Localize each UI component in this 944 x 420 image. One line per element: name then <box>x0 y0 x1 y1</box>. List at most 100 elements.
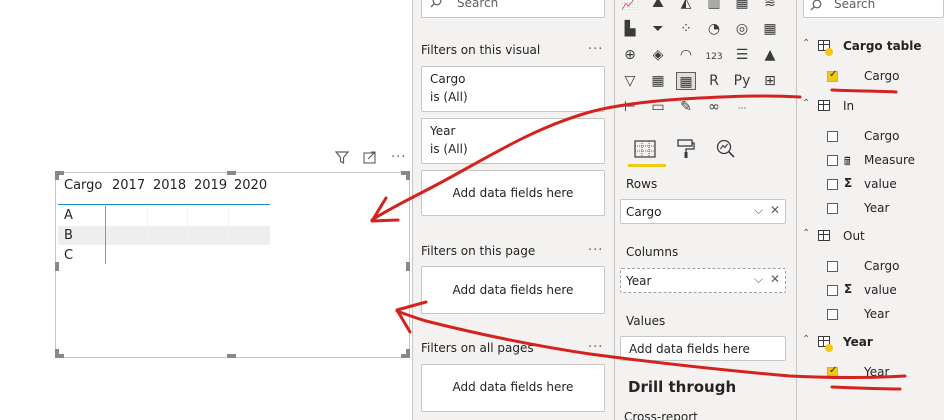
filter-icon[interactable] <box>334 151 350 168</box>
filled-map-icon-glyph: ◈ <box>652 47 664 63</box>
field-name[interactable]: Cargo <box>864 69 899 83</box>
matrix-column-separator <box>147 206 148 244</box>
rows-field-pill[interactable]: Cargo <box>626 205 661 219</box>
ribbon-chart-icon[interactable]: ≋ <box>760 0 780 12</box>
waterfall-icon[interactable]: ▙ <box>620 20 640 38</box>
funnel-icon[interactable]: ⏷ <box>648 20 668 38</box>
collapse-chevron-icon[interactable]: ⌃ <box>802 98 810 109</box>
resize-handle[interactable] <box>406 349 410 358</box>
stacked-area-icon[interactable]: ◭ <box>676 0 696 12</box>
resize-handle[interactable] <box>55 262 59 271</box>
fields-tab-icon[interactable] <box>634 140 656 163</box>
field-checkbox[interactable] <box>827 131 838 142</box>
field-checkbox[interactable] <box>827 155 838 166</box>
slicer-icon[interactable]: ▽ <box>620 72 640 90</box>
field-name[interactable]: value <box>864 177 897 191</box>
qna-icon[interactable]: ▭ <box>648 98 668 116</box>
line-clustered-icon[interactable]: ▦ <box>732 0 752 12</box>
area-chart-icon[interactable]: ⛰ <box>648 0 668 12</box>
pie-chart-icon[interactable]: ◔ <box>704 20 724 38</box>
field-table-name[interactable]: Year <box>843 335 873 349</box>
matrix-row-label[interactable]: A <box>64 208 73 223</box>
kpi-icon[interactable]: ▲ <box>760 46 780 64</box>
more-options-icon[interactable]: ··· <box>391 150 406 165</box>
field-name[interactable]: Year <box>864 201 889 215</box>
more-options-icon[interactable]: ··· <box>588 340 603 355</box>
filters-on-page-title: Filters on this page <box>421 244 536 258</box>
slicer-icon-glyph: ▽ <box>624 73 636 89</box>
python-visual-icon[interactable]: Py <box>732 72 752 90</box>
ribbon-chart-icon-glyph: ≋ <box>764 0 776 11</box>
multirow-card-icon[interactable]: ☰ <box>732 46 752 64</box>
map-icon[interactable]: ⊕ <box>620 46 640 64</box>
matrix-visual[interactable] <box>55 172 410 358</box>
columns-field-pill[interactable]: Year <box>626 274 651 288</box>
key-influencers-icon[interactable]: ⊞ <box>760 72 780 90</box>
collapse-chevron-icon[interactable]: ⌃ <box>802 228 810 239</box>
card-icon[interactable]: 123 <box>704 46 724 64</box>
field-name[interactable]: Year <box>864 365 889 379</box>
resize-handle[interactable] <box>227 354 236 358</box>
field-checkbox[interactable] <box>827 309 838 320</box>
field-checkbox[interactable] <box>827 179 838 190</box>
table-icon[interactable]: ▦ <box>648 72 668 90</box>
matrix-column-header[interactable]: 2020 <box>234 178 267 193</box>
add-data-fields-label: Add data fields here <box>452 283 574 297</box>
more-visuals-icon[interactable]: ··· <box>732 98 752 116</box>
field-name[interactable]: Cargo <box>864 259 899 273</box>
resize-handle[interactable] <box>227 171 236 175</box>
treemap-icon[interactable]: ▦ <box>760 20 780 38</box>
paginated-icon[interactable]: ∞ <box>704 98 724 116</box>
resize-handle[interactable] <box>406 171 410 180</box>
field-name[interactable]: value <box>864 283 897 297</box>
format-tab-icon[interactable] <box>676 139 696 164</box>
remove-field-icon[interactable]: ✕ <box>770 272 780 286</box>
more-visuals-icon-glyph: ··· <box>737 104 747 114</box>
scatter-icon[interactable]: ⁘ <box>676 20 696 38</box>
matrix-row-label[interactable]: C <box>64 248 73 263</box>
rows-well-label: Rows <box>626 177 658 191</box>
field-checkbox[interactable] <box>827 285 838 296</box>
columns-well-label: Columns <box>626 245 679 259</box>
field-table-name[interactable]: Out <box>843 229 865 243</box>
field-checkbox[interactable] <box>827 69 838 82</box>
search-icon <box>810 0 822 15</box>
line-chart-icon[interactable]: 📈 <box>620 0 640 12</box>
analytics-tab-icon[interactable] <box>716 139 736 164</box>
more-options-icon[interactable]: ··· <box>588 243 603 258</box>
collapse-chevron-icon[interactable]: ⌃ <box>802 38 810 49</box>
chevron-down-icon[interactable]: ⌵ <box>754 203 763 218</box>
matrix-row-label[interactable]: B <box>64 228 73 243</box>
filters-search-input[interactable] <box>421 0 605 18</box>
field-name[interactable]: Cargo <box>864 129 899 143</box>
filled-map-icon[interactable]: ◈ <box>648 46 668 64</box>
r-visual-icon[interactable]: R <box>704 72 724 90</box>
field-name[interactable]: Measure <box>864 153 915 167</box>
more-options-icon[interactable]: ··· <box>588 42 603 57</box>
resize-handle[interactable] <box>55 349 59 358</box>
matrix-row-header[interactable]: Cargo <box>64 178 102 193</box>
donut-icon[interactable]: ◎ <box>732 20 752 38</box>
decomposition-tree-icon[interactable]: ⊢ <box>620 98 640 116</box>
chevron-down-icon[interactable]: ⌵ <box>754 272 763 287</box>
field-name[interactable]: Year <box>864 307 889 321</box>
matrix-column-header[interactable]: 2018 <box>153 178 186 193</box>
field-checkbox[interactable] <box>827 261 838 272</box>
remove-field-icon[interactable]: ✕ <box>770 203 780 217</box>
field-checkbox[interactable] <box>827 203 838 214</box>
line-column-icon[interactable]: ▥ <box>704 0 724 12</box>
matrix-column-header[interactable]: 2017 <box>112 178 145 193</box>
visual-type-gallery: 📈 ⛰ ◭ ▥ ▦ ≋ ▙ ⏷ ⁘ ◔ ◎ ▦ ⊕ ◈ ◠ 123 ☰ ▲ ▽ ▦ ▦ R Py ⊞ ⊢ ▭ ✎ ∞ ··· <box>620 0 790 128</box>
focus-mode-icon[interactable] <box>363 151 377 168</box>
funnel-icon-glyph: ⏷ <box>652 21 664 37</box>
matrix-column-header[interactable]: 2019 <box>194 178 227 193</box>
resize-handle[interactable] <box>55 171 59 180</box>
collapse-chevron-icon[interactable]: ⌃ <box>802 334 810 345</box>
smart-narrative-icon[interactable]: ✎ <box>676 98 696 116</box>
field-table-name[interactable]: In <box>843 99 854 113</box>
resize-handle[interactable] <box>406 262 410 271</box>
gauge-icon[interactable]: ◠ <box>676 46 696 64</box>
matrix-icon[interactable]: ▦ <box>676 72 696 90</box>
field-table-name[interactable]: Cargo table <box>843 39 922 53</box>
field-checkbox[interactable] <box>827 365 838 378</box>
